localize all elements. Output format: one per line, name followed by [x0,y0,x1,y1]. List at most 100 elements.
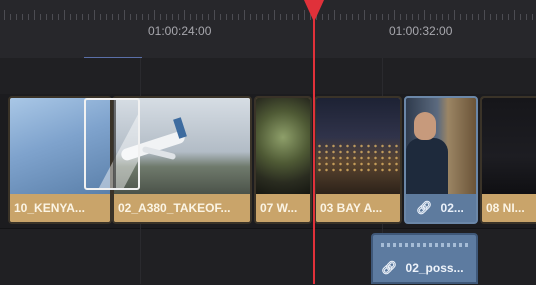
ruler-tick [412,14,413,20]
link-icon: 🔗︎ [416,200,433,215]
ruler-tick [208,14,209,20]
ruler-tick [124,10,125,20]
person-head-shape [414,112,436,140]
clip-label: 🔗︎ 02... [406,194,476,222]
audio-waveform [381,243,468,247]
ruler-tick [136,14,137,20]
ruler-tick [262,14,263,20]
ruler-tick [214,10,215,20]
ruler-tick [172,14,173,20]
ruler-tick [364,10,365,20]
clip-07-w[interactable]: 07 W... [254,96,312,224]
ruler-tick [418,14,419,20]
ruler-tick [394,10,395,20]
ruler-tick [346,14,347,20]
ruler-tick [4,10,5,20]
ruler-tick [358,14,359,20]
ruler-tick [280,14,281,20]
ruler-tick [244,10,245,20]
clip-label: 10_KENYA... [10,194,110,222]
ruler-tick [142,14,143,20]
clip-selection-box[interactable] [84,98,140,190]
audio-clip-02-poss[interactable]: 🔗︎ 02_poss... [371,233,478,284]
ruler-tick [256,14,257,20]
ruler-tick [88,14,89,20]
ruler-tick [478,14,479,20]
ruler-tick [232,14,233,20]
ruler-tick [100,14,101,20]
clip-thumbnail [482,98,536,196]
ruler-tick [430,14,431,20]
ruler-tick [154,10,155,20]
timecode-label: 01:00:24:00 [148,24,212,38]
ruler-tick [484,10,485,20]
ruler-tick [94,10,95,20]
clip-02-linked[interactable]: 🔗︎ 02... [404,96,478,224]
ruler-tick [328,14,329,20]
clip-label: 02_A380_TAKEOF... [114,194,250,222]
ruler-tick [502,14,503,20]
clip-thumbnail [316,98,400,196]
ruler-tick [406,14,407,20]
ruler-tick [10,14,11,20]
ruler-tick [196,14,197,20]
ruler-tick [130,14,131,20]
ruler-tick [400,14,401,20]
ruler-tick [118,14,119,20]
ruler-tick [490,14,491,20]
city-lights [316,143,400,173]
ruler-tick [76,14,77,20]
ruler-tick [82,14,83,20]
ruler-tick [184,10,185,20]
ruler-tick [352,14,353,20]
audio-clip-name-text: 02_poss... [405,261,464,275]
ruler-tick [238,14,239,20]
ruler-tick [112,14,113,20]
ruler-tick [166,14,167,20]
ruler-tick [514,10,515,20]
ruler-tick [160,14,161,20]
ruler-tick [454,10,455,20]
ruler-tick [58,14,59,20]
ruler-tick [190,14,191,20]
ruler-tick [340,14,341,20]
clip-03-bay[interactable]: 03 BAY A... [314,96,402,224]
clip-08-ni[interactable]: 08 NI... [480,96,536,224]
ruler-tick [496,14,497,20]
video-track-2[interactable] [0,58,536,94]
playhead-icon[interactable] [304,0,324,22]
ruler-tick [16,14,17,20]
clip-label: 03 BAY A... [316,194,400,222]
ruler-tick [376,14,377,20]
ruler-tick [202,14,203,20]
ruler-tick [466,14,467,20]
ruler-tick [106,14,107,20]
ruler-tick [40,14,41,20]
ruler-tick [370,14,371,20]
ruler-tick [388,14,389,20]
ruler-tick [22,14,23,20]
ruler-tick [460,14,461,20]
ruler-tick [226,14,227,20]
ruler-tick [52,14,53,20]
ruler-tick [274,10,275,20]
selection-highlight [95,100,138,188]
ruler-tick [298,14,299,20]
timecode-label: 01:00:32:00 [389,24,453,38]
ruler-tick [508,14,509,20]
ruler-tick [472,14,473,20]
ruler-tick [220,14,221,20]
playhead-line[interactable] [313,14,315,284]
clip-thumbnail [406,98,476,196]
ruler-tick [532,14,533,20]
clip-label: 07 W... [256,194,310,222]
ruler-tick [70,14,71,20]
ruler-tick [334,10,335,20]
ruler-tick [442,14,443,20]
ruler-tick [250,14,251,20]
ruler-tick [526,14,527,20]
edit-point [113,100,116,188]
timeline-ruler[interactable]: 01:00:24:00 01:00:32:00 [0,0,536,59]
clip-label: 08 NI... [482,194,536,222]
ruler-tick [424,10,425,20]
